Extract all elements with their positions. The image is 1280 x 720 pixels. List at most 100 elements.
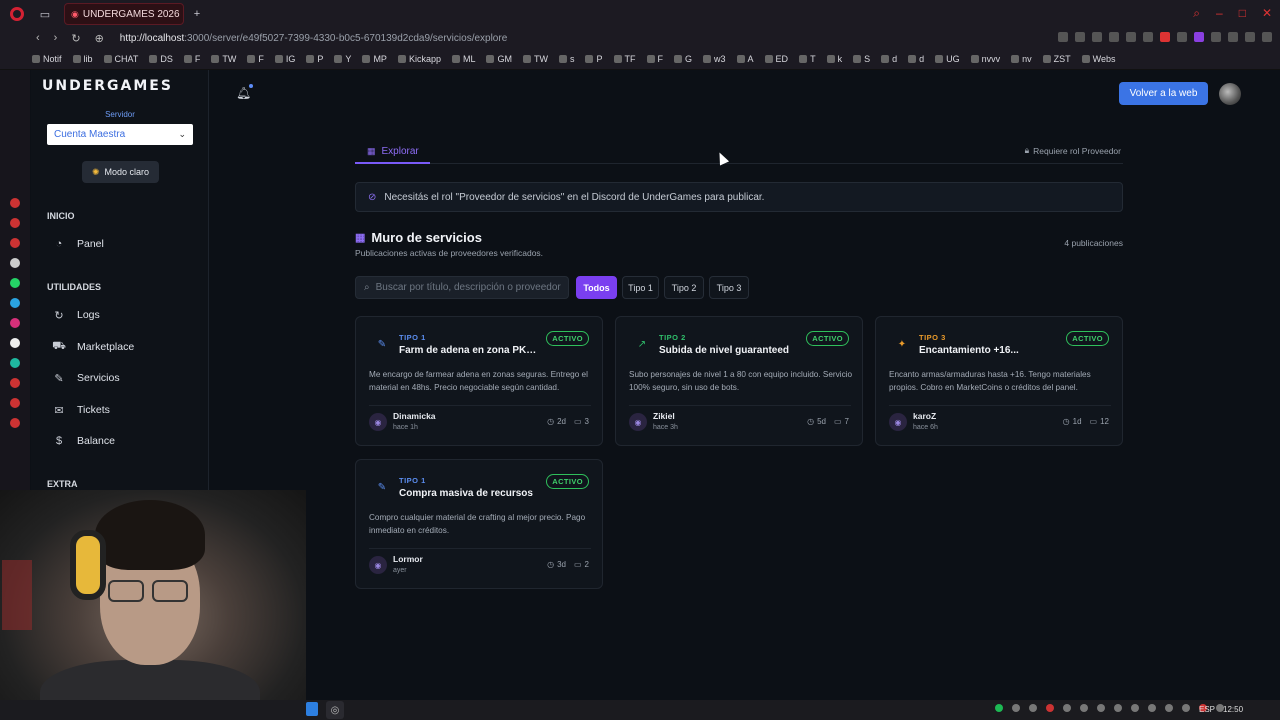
telegram-icon[interactable] [10, 298, 20, 308]
bookmark-item[interactable]: P [585, 54, 603, 64]
provider-name[interactable]: Zikiel [653, 411, 675, 421]
extension-icon[interactable] [1228, 32, 1238, 42]
light-mode-button[interactable]: ✺ Modo claro [82, 161, 159, 183]
bookmark-item[interactable]: IG [274, 54, 295, 64]
tray-icon[interactable] [1029, 704, 1037, 712]
settings-icon[interactable] [10, 418, 20, 428]
bookmark-item[interactable]: G [674, 54, 692, 64]
instagram-icon[interactable] [10, 318, 20, 328]
forward-icon[interactable]: › [54, 32, 58, 45]
minimize-icon[interactable]: – [1216, 6, 1223, 21]
search-input[interactable] [375, 282, 564, 293]
back-to-web-button[interactable]: Volver a la web [1119, 82, 1208, 105]
language-indicator[interactable]: ESP [1199, 705, 1215, 714]
tray-icon[interactable] [1080, 704, 1088, 712]
clock[interactable]: 12:50 [1223, 705, 1243, 714]
bookmark-item[interactable]: ML [451, 54, 475, 64]
extension-icon[interactable] [1211, 32, 1221, 42]
tray-icon[interactable] [1131, 704, 1139, 712]
extension-icon[interactable] [1075, 32, 1085, 42]
bookmark-item[interactable]: s [558, 54, 574, 64]
filter-todos[interactable]: Todos [576, 276, 617, 299]
bookmark-item[interactable]: nvvv [970, 54, 1000, 64]
provider-name[interactable]: Lormor [393, 554, 423, 564]
tray-icon[interactable] [1046, 704, 1054, 712]
history-icon[interactable] [10, 398, 20, 408]
strip-app-icon[interactable] [10, 358, 20, 368]
bookmark-item[interactable]: Notif [32, 54, 62, 64]
download-icon[interactable] [1245, 32, 1255, 42]
new-tab-icon[interactable]: + [190, 7, 204, 21]
chatgpt-icon[interactable] [10, 258, 20, 268]
bookmark-item[interactable]: T [799, 54, 816, 64]
strip-app-icon[interactable] [10, 198, 20, 208]
sidebar-item-tickets[interactable]: ✉ Tickets [47, 399, 193, 421]
back-icon[interactable]: ‹ [36, 32, 40, 45]
whatsapp-icon[interactable] [10, 278, 20, 288]
provider-name[interactable]: karoZ [913, 411, 936, 421]
strip-app-icon[interactable] [10, 378, 20, 388]
spotify-icon[interactable] [995, 704, 1003, 712]
bookmark-item[interactable]: F [646, 54, 663, 64]
tray-icon[interactable] [1097, 704, 1105, 712]
bookmark-item[interactable]: DS [149, 54, 173, 64]
bookmark-item[interactable]: k [826, 54, 842, 64]
bookmark-item[interactable]: TW [522, 54, 548, 64]
sidebar-item-panel[interactable]: ◔ Panel [47, 233, 193, 255]
close-icon[interactable]: ✕ [1262, 6, 1272, 21]
undergames-logo[interactable]: UNDERGAMES [42, 78, 198, 94]
bookmark-item[interactable]: Y [334, 54, 351, 64]
menu-icon[interactable] [1262, 32, 1272, 42]
sidebar-item-servicios[interactable]: ✎ Servicios [47, 367, 193, 389]
bookmark-item[interactable]: Kickapp [397, 54, 441, 64]
tray-icon[interactable] [1012, 704, 1020, 712]
bookmark-item[interactable]: d [881, 54, 897, 64]
server-select[interactable]: Cuenta Maestra ⌄ [47, 124, 193, 145]
browser-tab[interactable]: ◉ UNDERGAMES 2026 | Acc [64, 3, 184, 25]
url-field[interactable]: http://localhost:3000/server/e49f5027-73… [120, 33, 507, 44]
extension-icon[interactable] [1058, 32, 1068, 42]
tab-overview-icon[interactable]: ▭ [38, 7, 52, 21]
bookmark-item[interactable]: A [736, 54, 754, 64]
tab-explore[interactable]: ▦ Explorar [355, 140, 430, 164]
discord-icon[interactable] [10, 338, 20, 348]
bookmark-item[interactable]: S [853, 54, 870, 64]
extension-icon[interactable] [1143, 32, 1153, 42]
notifications-bell-icon[interactable]: 🔔︎ [236, 86, 251, 100]
taskbar-app-icon[interactable]: ◎ [326, 701, 344, 719]
extension-icon[interactable] [1194, 32, 1204, 42]
bookmark-item[interactable]: CHAT [103, 54, 138, 64]
avatar[interactable] [1219, 83, 1241, 105]
bookmark-item[interactable]: Webs [1081, 54, 1115, 64]
strip-app-icon[interactable] [10, 238, 20, 248]
vscode-icon[interactable] [306, 702, 318, 716]
sidebar-item-marketplace[interactable]: ⛟ Marketplace [47, 336, 193, 358]
filter-tipo-1[interactable]: Tipo 1 [622, 276, 659, 299]
bookmark-item[interactable]: F [247, 54, 264, 64]
search-icon[interactable]: ⌕ [1193, 6, 1200, 21]
service-card[interactable]: ✎ TIPO 1 Compra masiva de recursos ACTIVO Co… [355, 459, 603, 589]
reload-icon[interactable]: ↻ [71, 32, 80, 45]
filter-tipo-2[interactable]: Tipo 2 [664, 276, 704, 299]
bookmark-item[interactable]: d [908, 54, 924, 64]
bookmark-item[interactable]: TF [613, 54, 636, 64]
tray-icon[interactable] [1063, 704, 1071, 712]
bookmark-item[interactable]: lib [72, 54, 93, 64]
opera-logo-icon[interactable] [10, 7, 24, 21]
volume-icon[interactable] [1148, 704, 1156, 712]
extension-icon[interactable] [1126, 32, 1136, 42]
bookmark-item[interactable]: w3 [703, 54, 726, 64]
tray-icon[interactable] [1114, 704, 1122, 712]
service-card[interactable]: ✦ TIPO 3 Encantamiento +16... ACTIVO Encanto… [875, 316, 1123, 446]
maximize-icon[interactable]: □ [1239, 6, 1246, 21]
bookmark-item[interactable]: F [183, 54, 200, 64]
tray-icon[interactable] [1165, 704, 1173, 712]
service-card[interactable]: ↗ TIPO 2 Subida de nivel guaranteed ACTIVO S… [615, 316, 863, 446]
bookmark-item[interactable]: nv [1011, 54, 1032, 64]
extension-icon[interactable] [1160, 32, 1170, 42]
bookmark-item[interactable]: ZST [1042, 54, 1071, 64]
extension-icon[interactable] [1177, 32, 1187, 42]
bookmark-item[interactable]: TW [211, 54, 236, 64]
provider-name[interactable]: Dinamicka [393, 411, 436, 421]
service-card[interactable]: ✎ TIPO 1 Farm de adena en zona PK - ... ACT… [355, 316, 603, 446]
